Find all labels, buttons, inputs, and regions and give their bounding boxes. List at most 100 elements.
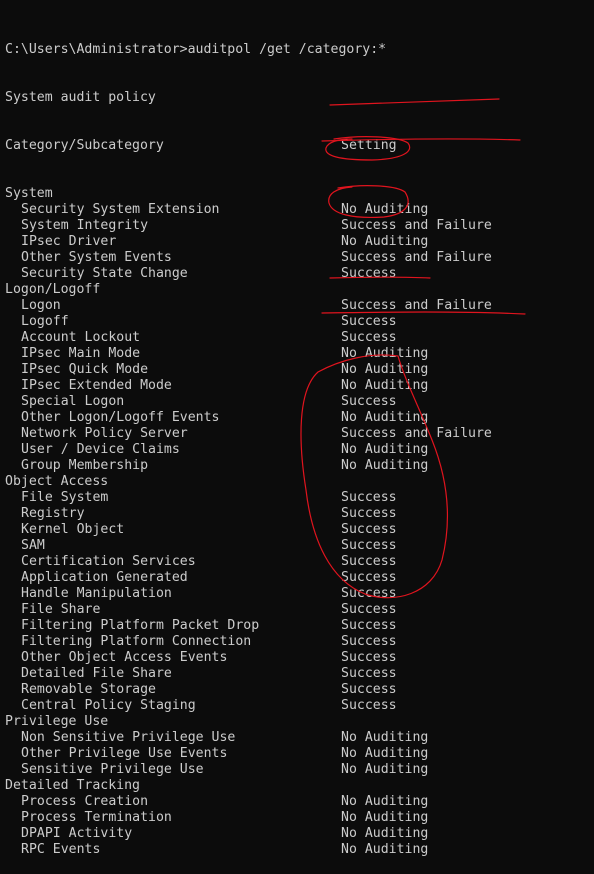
subcategory-setting: No Auditing <box>341 826 429 841</box>
subcategory-setting: Success <box>341 650 397 665</box>
subcategory-setting: No Auditing <box>341 810 429 825</box>
subcategory-setting: Success <box>341 554 397 569</box>
subcategory-name: User / Device Claims <box>21 442 180 457</box>
category-name: Detailed Tracking <box>5 778 140 793</box>
subcategory-name: File Share <box>21 602 101 617</box>
subcategory-row: Process Termination No Auditing <box>5 810 594 826</box>
subcategory-row: IPsec Driver No Auditing <box>5 234 594 250</box>
category-name: Logon/Logoff <box>5 282 101 297</box>
subcategory-row: SAM Success <box>5 538 594 554</box>
subcategory-setting: No Auditing <box>341 346 429 361</box>
subcategory-name: Security State Change <box>21 266 188 281</box>
subcategory-row: Other Object Access Events Success <box>5 650 594 666</box>
subcategory-setting: Success <box>341 666 397 681</box>
subcategory-row: Sensitive Privilege Use No Auditing <box>5 762 594 778</box>
subcategory-row: File Share Success <box>5 602 594 618</box>
subcategory-name: RPC Events <box>21 842 101 857</box>
audit-policy-list: System Security System Extension No Auditi… <box>5 186 594 858</box>
subcategory-name: Security System Extension <box>21 202 220 217</box>
subcategory-setting: No Auditing <box>341 442 429 457</box>
subcategory-name: Kernel Object <box>21 522 125 537</box>
subcategory-name: DPAPI Activity <box>21 826 133 841</box>
category-name: Object Access <box>5 474 109 489</box>
category-row: System <box>5 186 594 202</box>
subcategory-row: Certification Services Success <box>5 554 594 570</box>
subcategory-setting: Success <box>341 538 397 553</box>
subcategory-row: Account Lockout Success <box>5 330 594 346</box>
subcategory-name: Other Logon/Logoff Events <box>21 410 220 425</box>
subcategory-row: Network Policy Server Success and Failure <box>5 426 594 442</box>
subcategory-setting: Success and Failure <box>341 250 492 265</box>
subcategory-setting: Success <box>341 634 397 649</box>
category-row: Detailed Tracking <box>5 778 594 794</box>
subcategory-row: Logoff Success <box>5 314 594 330</box>
subcategory-name: Detailed File Share <box>21 666 172 681</box>
subcategory-name: Central Policy Staging <box>21 698 196 713</box>
subcategory-row: Security System Extension No Auditing <box>5 202 594 218</box>
subcategory-row: Logon Success and Failure <box>5 298 594 314</box>
subcategory-name: Special Logon <box>21 394 125 409</box>
subcategory-row: User / Device Claims No Auditing <box>5 442 594 458</box>
subcategory-setting: Success <box>341 330 397 345</box>
subcategory-name: IPsec Quick Mode <box>21 362 149 377</box>
subcategory-row: Application Generated Success <box>5 570 594 586</box>
category-row: Logon/Logoff <box>5 282 594 298</box>
subcategory-row: DPAPI Activity No Auditing <box>5 826 594 842</box>
subcategory-name: Application Generated <box>21 570 188 585</box>
subcategory-row: IPsec Main Mode No Auditing <box>5 346 594 362</box>
subcategory-setting: No Auditing <box>341 234 429 249</box>
subcategory-row: Group Membership No Auditing <box>5 458 594 474</box>
subcategory-row: Process Creation No Auditing <box>5 794 594 810</box>
subcategory-setting: No Auditing <box>341 202 429 217</box>
subcategory-setting: No Auditing <box>341 378 429 393</box>
subcategory-setting: Success <box>341 586 397 601</box>
subcategory-row: Non Sensitive Privilege Use No Auditing <box>5 730 594 746</box>
subcategory-setting: Success <box>341 490 397 505</box>
subcategory-setting: Success <box>341 506 397 521</box>
subcategory-row: Registry Success <box>5 506 594 522</box>
subcategory-name: Process Creation <box>21 794 149 809</box>
subcategory-row: Removable Storage Success <box>5 682 594 698</box>
subcategory-setting: No Auditing <box>341 842 429 857</box>
subcategory-name: System Integrity <box>21 218 149 233</box>
subcategory-row: IPsec Extended Mode No Auditing <box>5 378 594 394</box>
subcategory-name: Filtering Platform Connection <box>21 634 252 649</box>
subcategory-setting: Success and Failure <box>341 218 492 233</box>
subcategory-name: File System <box>21 490 109 505</box>
category-row: Object Access <box>5 474 594 490</box>
subcategory-setting: Success <box>341 602 397 617</box>
subcategory-row: RPC Events No Auditing <box>5 842 594 858</box>
subcategory-name: Filtering Platform Packet Drop <box>21 618 260 633</box>
subcategory-setting: No Auditing <box>341 730 429 745</box>
subcategory-name: Non Sensitive Privilege Use <box>21 730 236 745</box>
column-header-setting: Setting <box>341 138 397 153</box>
subcategory-row: Filtering Platform Packet Drop Success <box>5 618 594 634</box>
subcategory-name: Sensitive Privilege Use <box>21 762 204 777</box>
subcategory-row: Special Logon Success <box>5 394 594 410</box>
subcategory-row: Other System Events Success and Failure <box>5 250 594 266</box>
subcategory-name: Handle Manipulation <box>21 586 172 601</box>
subcategory-setting: No Auditing <box>341 794 429 809</box>
subcategory-name: Other Privilege Use Events <box>21 746 228 761</box>
command-text: C:\Users\Administrator>auditpol /get /ca… <box>5 42 387 57</box>
subcategory-name: Removable Storage <box>21 682 156 697</box>
subcategory-setting: Success and Failure <box>341 426 492 441</box>
policy-title: System audit policy <box>5 90 156 105</box>
subcategory-row: Handle Manipulation Success <box>5 586 594 602</box>
subcategory-row: Other Logon/Logoff Events No Auditing <box>5 410 594 426</box>
subcategory-setting: Success <box>341 682 397 697</box>
subcategory-setting: Success <box>341 522 397 537</box>
subcategory-name: Certification Services <box>21 554 196 569</box>
subcategory-setting: No Auditing <box>341 410 429 425</box>
subcategory-setting: Success <box>341 570 397 585</box>
subcategory-name: Logoff <box>21 314 69 329</box>
subcategory-row: Kernel Object Success <box>5 522 594 538</box>
command-line: C:\Users\Administrator>auditpol /get /ca… <box>5 42 594 58</box>
subcategory-name: Group Membership <box>21 458 149 473</box>
subcategory-name: Logon <box>21 298 61 313</box>
subcategory-name: Account Lockout <box>21 330 141 345</box>
subcategory-name: Registry <box>21 506 85 521</box>
subcategory-setting: Success <box>341 618 397 633</box>
subcategory-row: System Integrity Success and Failure <box>5 218 594 234</box>
subcategory-name: Network Policy Server <box>21 426 188 441</box>
